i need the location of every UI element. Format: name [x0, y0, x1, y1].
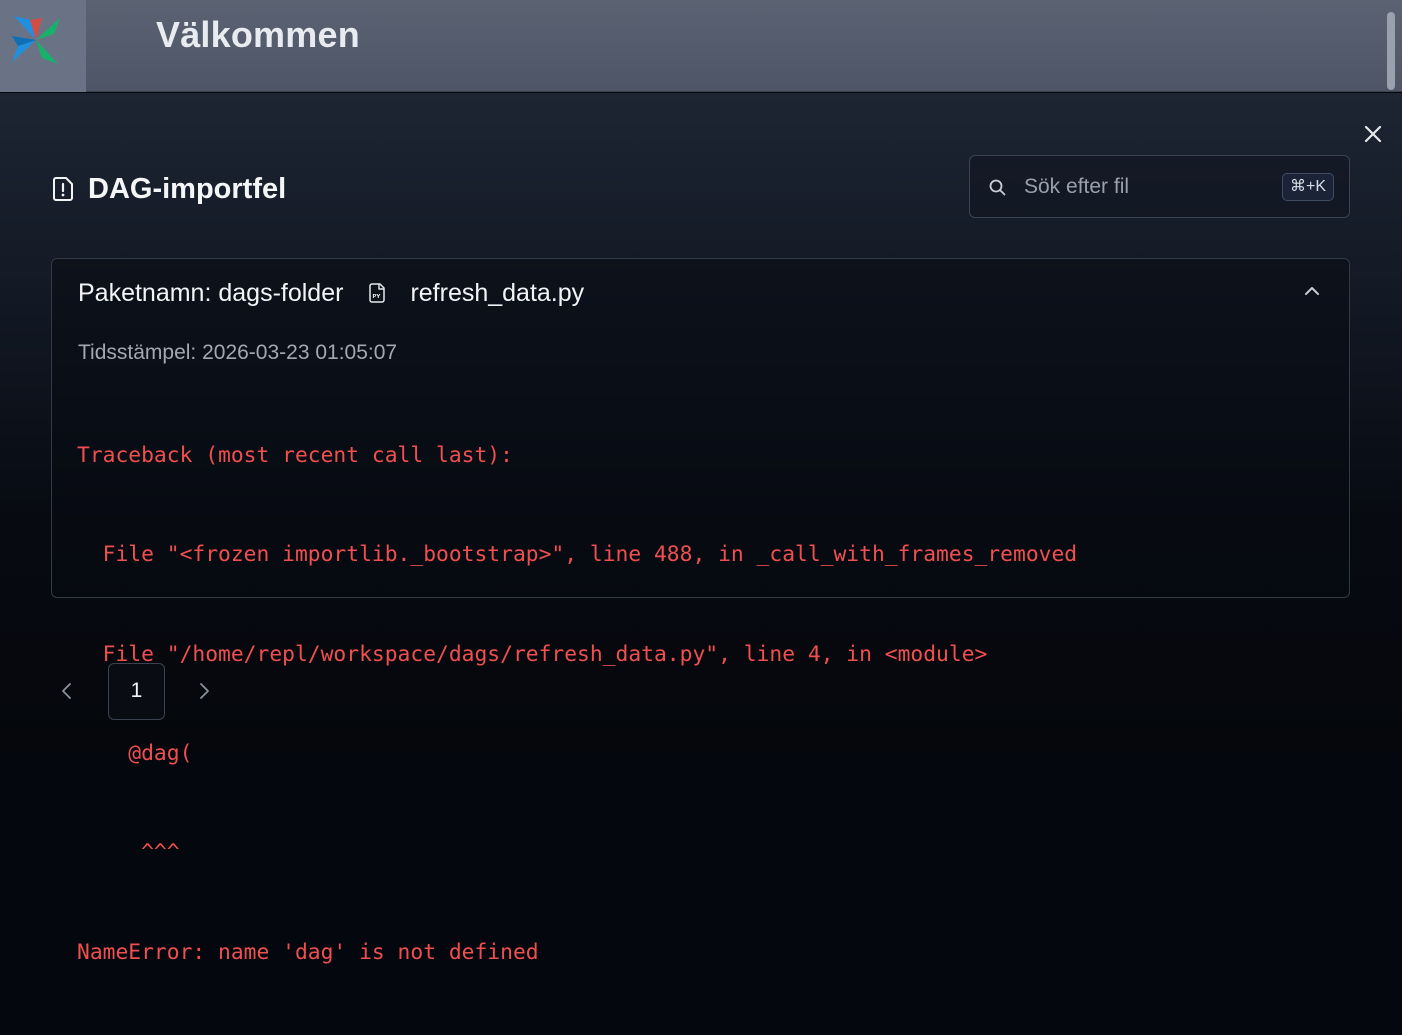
app-logo[interactable]	[0, 0, 86, 92]
chevron-right-icon	[200, 683, 209, 699]
prev-page-button[interactable]	[56, 680, 78, 702]
error-accordion-item: Paketnamn: dags-folder PY refresh_data.p…	[51, 258, 1350, 965]
chevron-left-icon	[62, 683, 71, 699]
trace-line: @dag(	[77, 741, 193, 767]
scrollbar-thumb[interactable]	[1387, 12, 1395, 90]
chevron-up-icon	[1305, 287, 1319, 295]
collapse-button[interactable]	[1300, 279, 1324, 303]
search-field[interactable]: ⌘+K	[969, 155, 1350, 218]
page-title: Välkommen	[156, 14, 360, 55]
trace-line: ^^^	[77, 840, 180, 866]
close-button[interactable]	[1360, 121, 1386, 147]
page-button-current[interactable]: 1	[108, 662, 165, 720]
search-shortcut-badge: ⌘+K	[1282, 173, 1335, 201]
import-errors-modal: DAG-importfel ⌘+K Paketnamn: dags-folder…	[0, 93, 1402, 965]
modal-header: DAG-importfel	[52, 171, 286, 207]
search-icon	[989, 179, 1006, 196]
bundle-name: Paketnamn: dags-folder	[78, 278, 344, 307]
pinwheel-logo-icon	[12, 16, 60, 64]
trace-line: File "/home/repl/workspace/dags/refresh_…	[77, 641, 988, 667]
error-accordion-header[interactable]: Paketnamn: dags-folder PY refresh_data.p…	[78, 276, 584, 310]
trace-line: File "<frozen importlib._bootstrap>", li…	[77, 542, 1078, 568]
close-icon	[1364, 125, 1382, 143]
next-page-button[interactable]	[193, 680, 215, 702]
page-scrollbar[interactable]	[1382, 0, 1402, 92]
python-file-icon: PY	[369, 283, 386, 303]
stack-trace: Traceback (most recent call last): File …	[77, 373, 1077, 1035]
pagination: 1	[56, 662, 215, 720]
trace-line: Traceback (most recent call last):	[77, 443, 513, 469]
error-timestamp: Tidsstämpel: 2026-03-23 01:05:07	[78, 341, 398, 364]
trace-line: NameError: name 'dag' is not defined	[77, 939, 539, 965]
file-name: refresh_data.py	[410, 278, 585, 307]
modal-title: DAG-importfel	[88, 172, 287, 205]
top-bar: Välkommen	[0, 0, 1402, 92]
file-alert-icon	[53, 177, 73, 201]
search-input[interactable]	[1024, 171, 1274, 203]
svg-text:PY: PY	[373, 294, 382, 300]
